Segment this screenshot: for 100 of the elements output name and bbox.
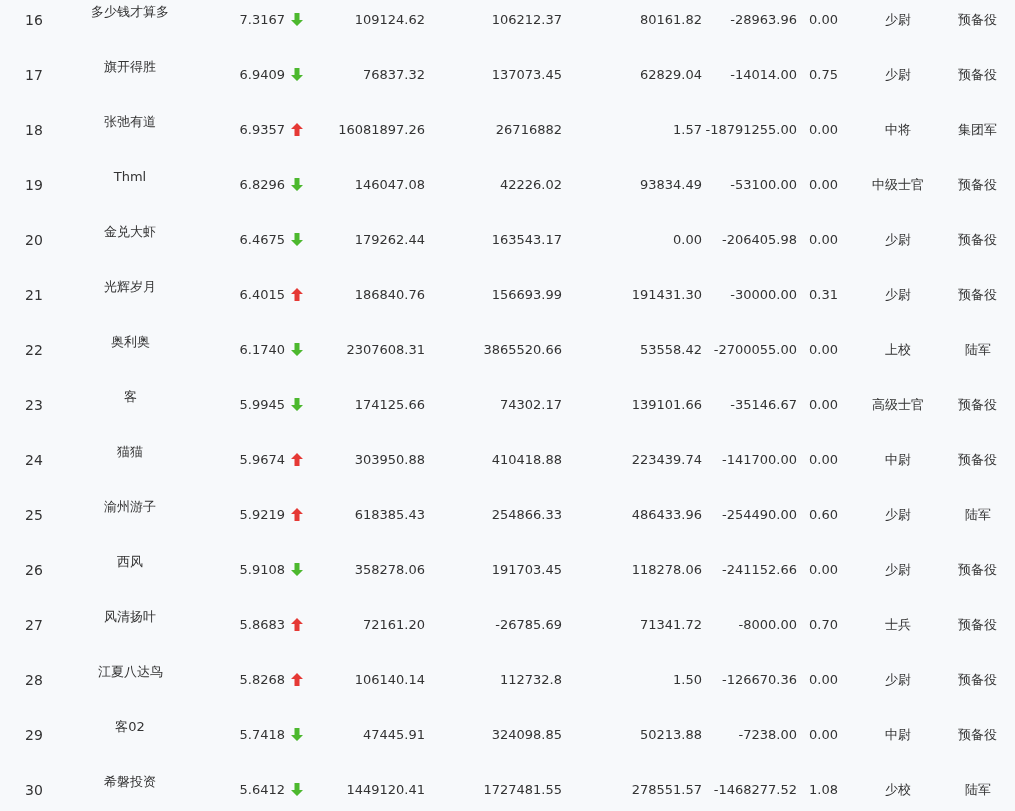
name-cell-text: 渝州游子 bbox=[103, 497, 157, 516]
rank-title-cell-text: 少尉 bbox=[883, 670, 912, 689]
number-cell-text: -126670.36 bbox=[721, 672, 797, 687]
name-cell-text: 江夏八达鸟 bbox=[96, 662, 164, 681]
name-cell-text: 光辉岁月 bbox=[103, 277, 157, 296]
number-cell-text: 112732.8 bbox=[498, 672, 562, 687]
down-arrow-icon bbox=[291, 178, 303, 191]
number-cell-text: 278551.57 bbox=[630, 782, 702, 797]
score-cell-text: 6.4015 bbox=[238, 287, 285, 302]
rank-title-cell-text: 少尉 bbox=[883, 285, 912, 304]
number-cell-text: -53100.00 bbox=[729, 177, 797, 192]
rank-title-cell-text: 少校 bbox=[883, 780, 912, 799]
rank-title-cell-text: 上校 bbox=[883, 340, 912, 359]
group-cell-text: 预备役 bbox=[957, 450, 998, 469]
score-cell-text: 5.9108 bbox=[238, 562, 285, 577]
number-cell-text: 1.57 bbox=[672, 122, 702, 137]
ratio-cell-text: 0.00 bbox=[808, 727, 839, 742]
score-cell-text: 6.8296 bbox=[238, 177, 285, 192]
number-cell-text: 62829.04 bbox=[638, 67, 702, 82]
name-cell-text: 多少钱才算多 bbox=[90, 2, 170, 21]
rank-title-cell-text: 士兵 bbox=[883, 615, 912, 634]
number-cell-text: 71341.72 bbox=[638, 617, 702, 632]
number-cell-text: 163543.17 bbox=[490, 232, 562, 247]
rank-title-cell-text: 中级士官 bbox=[870, 175, 925, 194]
group-cell-text: 陆军 bbox=[963, 505, 992, 524]
number-cell-text: 618385.43 bbox=[353, 507, 425, 522]
number-cell-text: 47445.91 bbox=[361, 727, 425, 742]
number-cell-text: 179262.44 bbox=[353, 232, 425, 247]
rank-cell-text: 24 bbox=[24, 451, 44, 468]
name-cell-text: 奥利奥 bbox=[109, 332, 151, 351]
group-cell-text: 陆军 bbox=[963, 340, 992, 359]
number-cell-text: 191431.30 bbox=[630, 287, 702, 302]
ratio-cell-text: 0.00 bbox=[808, 342, 839, 357]
ratio-cell-text: 0.00 bbox=[808, 452, 839, 467]
rank-title-cell-text: 少尉 bbox=[883, 10, 912, 29]
rank-title-cell-text: 少尉 bbox=[883, 560, 912, 579]
rank-cell-text: 19 bbox=[24, 176, 44, 193]
score-cell-text: 5.7418 bbox=[238, 727, 285, 742]
up-arrow-icon bbox=[291, 673, 303, 686]
rank-title-cell-text: 中尉 bbox=[883, 450, 912, 469]
number-cell-text: 106212.37 bbox=[490, 12, 562, 27]
rank-cell-text: 30 bbox=[24, 781, 44, 798]
number-cell-text: 74302.17 bbox=[498, 397, 562, 412]
number-cell-text: 186840.76 bbox=[353, 287, 425, 302]
down-arrow-icon bbox=[291, 728, 303, 741]
number-cell-text: -14014.00 bbox=[729, 67, 797, 82]
ratio-cell-text: 0.00 bbox=[808, 177, 839, 192]
name-cell-text: 金兑大虾 bbox=[103, 222, 157, 241]
name-cell-text: 客02 bbox=[114, 717, 146, 736]
number-cell-text: 486433.96 bbox=[630, 507, 702, 522]
rank-cell-text: 29 bbox=[24, 726, 44, 743]
group-cell-text: 陆军 bbox=[963, 780, 992, 799]
score-cell-text: 6.9409 bbox=[238, 67, 285, 82]
number-cell-text: 2307608.31 bbox=[345, 342, 425, 357]
ratio-cell-text: 0.31 bbox=[808, 287, 839, 302]
number-cell-text: 303950.88 bbox=[353, 452, 425, 467]
ratio-cell-text: 1.08 bbox=[808, 782, 839, 797]
number-cell-text: 1727481.55 bbox=[482, 782, 562, 797]
number-cell-text: -254490.00 bbox=[721, 507, 797, 522]
ratio-cell-text: 0.00 bbox=[808, 122, 839, 137]
group-cell-text: 预备役 bbox=[957, 395, 998, 414]
number-cell-text: 80161.82 bbox=[638, 12, 702, 27]
score-cell-text: 5.9945 bbox=[238, 397, 285, 412]
number-cell-text: 174125.66 bbox=[353, 397, 425, 412]
number-cell-text: -206405.98 bbox=[721, 232, 797, 247]
score-cell-text: 5.9674 bbox=[238, 452, 285, 467]
number-cell-text: 0.00 bbox=[672, 232, 702, 247]
up-arrow-icon bbox=[291, 618, 303, 631]
rank-title-cell-text: 高级士官 bbox=[870, 395, 925, 414]
down-arrow-icon bbox=[291, 398, 303, 411]
number-cell-text: 42226.02 bbox=[498, 177, 562, 192]
score-cell-text: 6.1740 bbox=[238, 342, 285, 357]
number-cell-text: -241152.66 bbox=[721, 562, 797, 577]
score-cell-text: 6.4675 bbox=[238, 232, 285, 247]
name-cell-text: 猫猫 bbox=[116, 442, 144, 461]
number-cell-text: 156693.99 bbox=[490, 287, 562, 302]
up-arrow-icon bbox=[291, 453, 303, 466]
ratio-cell-text: 0.00 bbox=[808, 232, 839, 247]
number-cell-text: 410418.88 bbox=[490, 452, 562, 467]
score-cell-text: 5.8683 bbox=[238, 617, 285, 632]
rank-title-cell-text: 少尉 bbox=[883, 65, 912, 84]
group-cell-text: 预备役 bbox=[957, 285, 998, 304]
number-cell-text: 106140.14 bbox=[353, 672, 425, 687]
group-cell-text: 预备役 bbox=[957, 670, 998, 689]
name-cell-text: 西风 bbox=[116, 552, 144, 571]
up-arrow-icon bbox=[291, 123, 303, 136]
number-cell-text: 324098.85 bbox=[490, 727, 562, 742]
ratio-cell-text: 0.70 bbox=[808, 617, 839, 632]
rank-cell-text: 16 bbox=[24, 11, 44, 28]
score-cell-text: 7.3167 bbox=[238, 12, 285, 27]
number-cell-text: -8000.00 bbox=[737, 617, 797, 632]
score-cell-text: 5.9219 bbox=[238, 507, 285, 522]
number-cell-text: 118278.06 bbox=[630, 562, 702, 577]
number-cell-text: -30000.00 bbox=[729, 287, 797, 302]
score-cell-text: 6.9357 bbox=[238, 122, 285, 137]
number-cell-text: 109124.62 bbox=[353, 12, 425, 27]
score-cell-text: 5.6412 bbox=[238, 782, 285, 797]
rank-cell-text: 17 bbox=[24, 66, 44, 83]
ratio-cell-text: 0.00 bbox=[808, 397, 839, 412]
number-cell-text: 53558.42 bbox=[638, 342, 702, 357]
